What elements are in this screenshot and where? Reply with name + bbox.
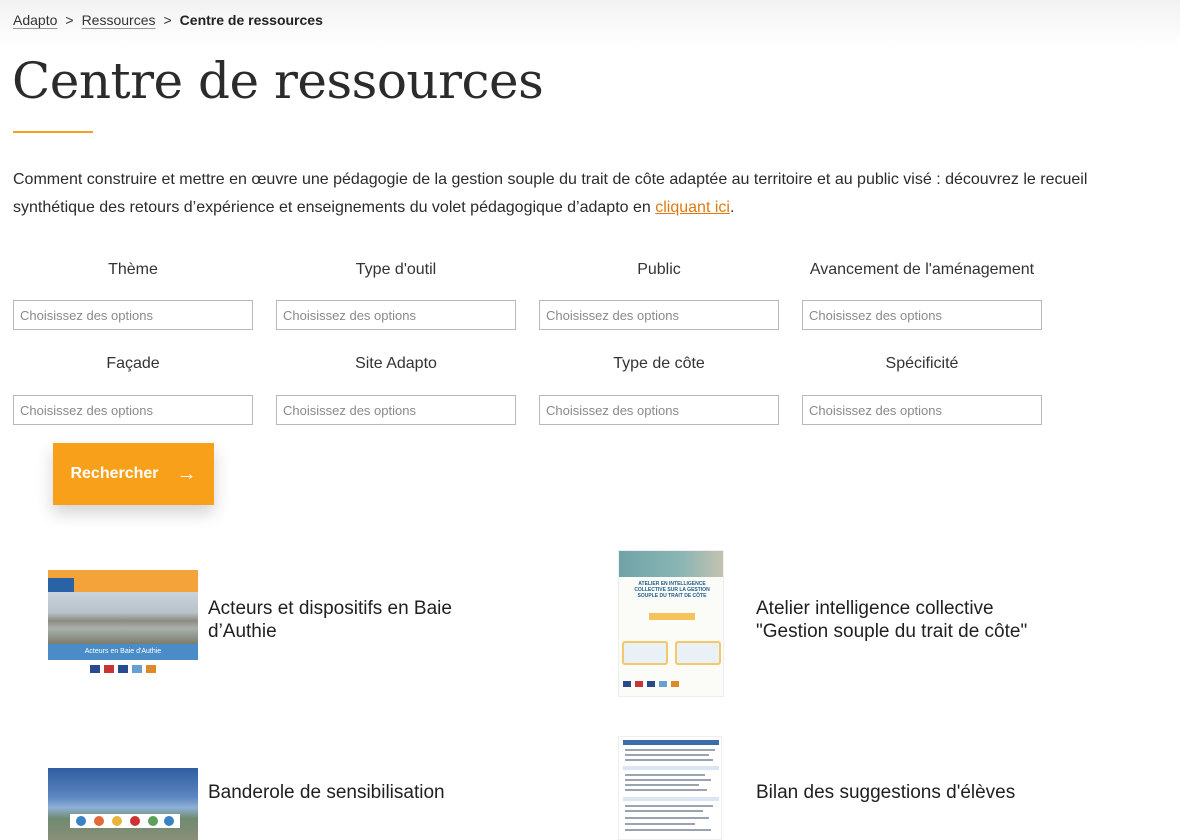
filter-select-site-adapto[interactable] [276, 395, 516, 425]
filter-select-public[interactable] [539, 300, 779, 330]
intro-text: Comment construire et mettre en œuvre un… [13, 171, 1088, 216]
filter-select-type-outil[interactable] [276, 300, 516, 330]
filter-label-avancement: Avancement de l'aménagement [809, 261, 1035, 278]
breadcrumb-link-home[interactable]: Adapto [13, 12, 57, 28]
arrow-right-icon: → [176, 463, 197, 485]
breadcrumb-separator: > [163, 12, 172, 28]
thumbnail-info-box [622, 641, 668, 665]
thumbnail-caption: Acteurs en Baie d'Authie [84, 648, 162, 655]
breadcrumb: Adapto > Ressources > Centre de ressourc… [13, 12, 323, 28]
search-button-label: Rechercher [70, 465, 159, 482]
breadcrumb-current: Centre de ressources [179, 12, 323, 28]
resource-title: Bilan des suggestions d'élèves [756, 782, 1016, 803]
intro-paragraph: Comment construire et mettre en œuvre un… [13, 166, 1113, 222]
thumbnail-info-box [675, 641, 721, 665]
breadcrumb-separator: > [65, 12, 74, 28]
resource-title: Banderole de sensibilisation [208, 782, 445, 803]
filter-select-specificite[interactable] [802, 395, 1042, 425]
resource-title: Acteurs et dispositifs en Baie d’Authie [208, 598, 452, 642]
thumbnail-header [623, 740, 719, 745]
resource-thumbnail: Acteurs en Baie d'Authie [48, 570, 198, 681]
filter-label-site-adapto: Site Adapto [355, 355, 437, 372]
filter-label-facade: Façade [106, 355, 160, 372]
filter-label-type-outil: Type d'outil [355, 261, 437, 278]
resource-thumbnail [48, 768, 198, 840]
filter-label-specificite: Spécificité [885, 355, 959, 372]
filter-select-facade[interactable] [13, 395, 253, 425]
thumbnail-subtitle-band [649, 613, 695, 620]
page-title: Centre de ressources [12, 52, 544, 110]
filter-label-theme: Thème [108, 261, 158, 278]
thumbnail-banner [70, 814, 180, 828]
resource-thumbnail [618, 736, 722, 840]
breadcrumb-link-ressources[interactable]: Ressources [82, 12, 156, 28]
filter-select-type-cote[interactable] [539, 395, 779, 425]
resource-title: Atelier intelligence collective "Gestion… [756, 598, 1028, 642]
resource-thumbnail: ATELIER EN INTELLIGENCE COLLECTIVE SUR L… [618, 550, 724, 697]
filter-select-theme[interactable] [13, 300, 253, 330]
thumbnail-photo [619, 551, 723, 577]
thumbnail-photo [48, 592, 198, 644]
title-underline [13, 131, 93, 133]
filter-label-public: Public [637, 261, 681, 278]
intro-link[interactable]: cliquant ici [655, 199, 730, 216]
search-button[interactable]: Rechercher → [53, 443, 214, 505]
thumbnail-partner-logos [48, 660, 198, 681]
thumbnail-caption: ATELIER EN INTELLIGENCE COLLECTIVE SUR L… [634, 581, 710, 599]
filter-label-type-cote: Type de côte [613, 355, 705, 372]
intro-end: . [729, 199, 735, 216]
filter-select-avancement[interactable] [802, 300, 1042, 330]
